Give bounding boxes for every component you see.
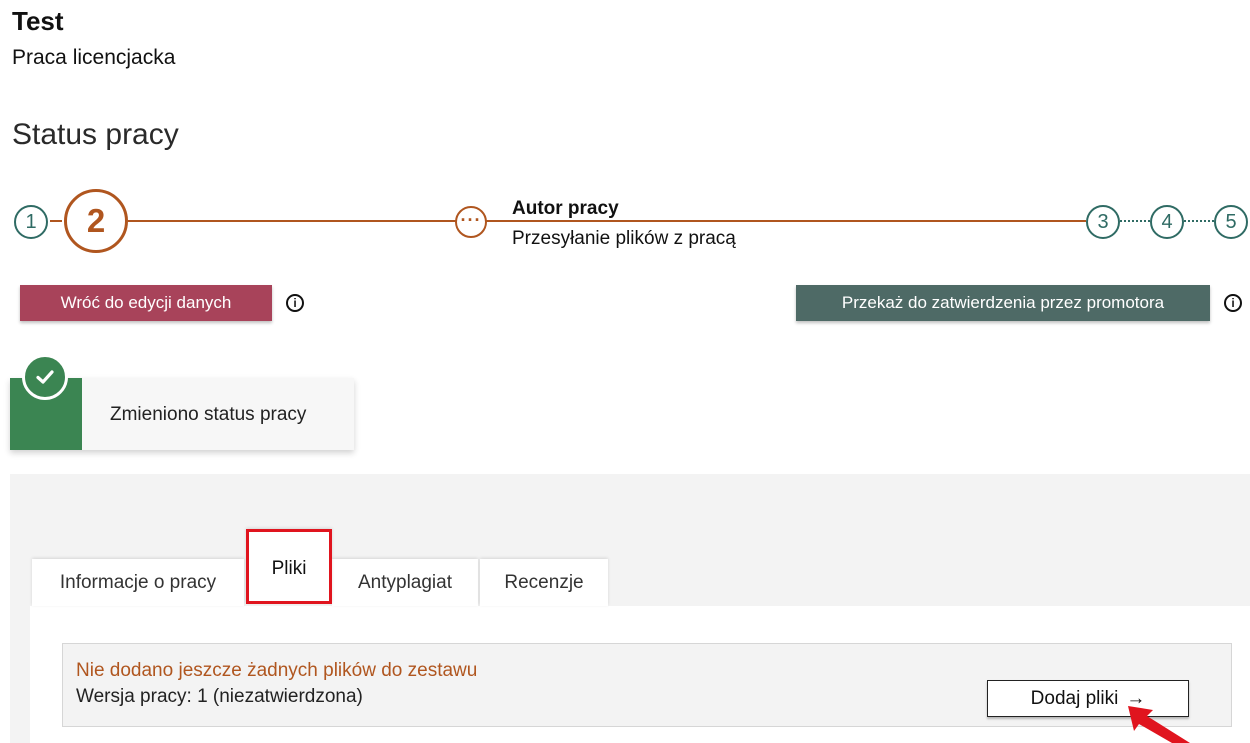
stepper-line-done bbox=[50, 220, 62, 222]
info-icon[interactable]: i bbox=[1224, 294, 1242, 312]
back-to-edit-button[interactable]: Wróć do edycji danych bbox=[20, 285, 272, 321]
submit-to-supervisor-button[interactable]: Przekaż do zatwierdzenia przez promotora bbox=[796, 285, 1210, 321]
step-4: 4 bbox=[1150, 205, 1184, 239]
work-version: Wersja pracy: 1 (niezatwierdzona) bbox=[76, 686, 363, 707]
stage-description: Przesyłanie plików z pracą bbox=[512, 228, 736, 249]
page-title: Test bbox=[12, 6, 64, 36]
step-5: 5 bbox=[1214, 205, 1248, 239]
ellipsis-icon: ··· bbox=[455, 206, 487, 238]
tab-work-info[interactable]: Informacje o pracy bbox=[32, 559, 244, 606]
check-icon bbox=[22, 354, 68, 400]
status-heading: Status pracy bbox=[12, 118, 179, 151]
page-subtitle: Praca licencjacka bbox=[12, 46, 176, 69]
stepper-dots-3-4 bbox=[1120, 220, 1150, 222]
tab-files[interactable]: Pliki bbox=[246, 529, 332, 604]
stepper-line-current bbox=[128, 220, 1086, 222]
stepper-dots-4-5 bbox=[1184, 220, 1214, 222]
info-icon[interactable]: i bbox=[286, 294, 304, 312]
add-files-label: Dodaj pliki bbox=[1030, 687, 1119, 709]
tab-antiplagiarism[interactable]: Antyplagiat bbox=[332, 559, 478, 606]
step-2-current: 2 bbox=[64, 189, 128, 253]
stage-role: Autor pracy bbox=[512, 198, 619, 219]
toast-message: Zmieniono status pracy bbox=[110, 404, 307, 425]
tab-reviews[interactable]: Recenzje bbox=[480, 559, 608, 606]
no-files-warning: Nie dodano jeszcze żadnych plików do zes… bbox=[76, 660, 478, 681]
step-1: 1 bbox=[14, 205, 48, 239]
red-arrow-icon bbox=[1128, 706, 1190, 743]
step-3: 3 bbox=[1086, 205, 1120, 239]
